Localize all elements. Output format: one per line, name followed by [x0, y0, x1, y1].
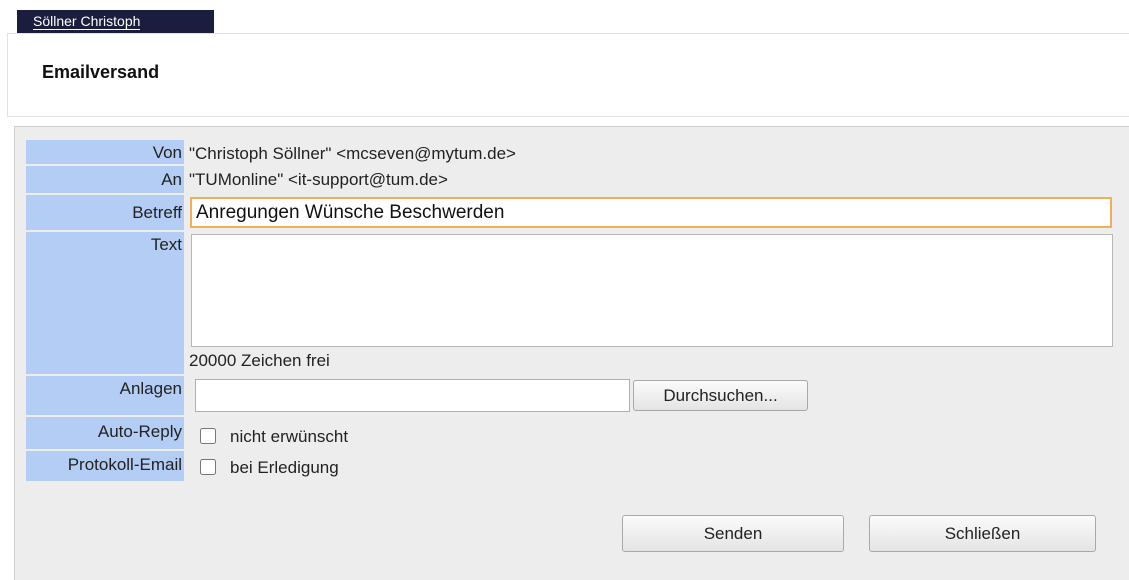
protocol-email-checkbox[interactable]	[200, 459, 216, 475]
close-button[interactable]: Schließen	[869, 515, 1096, 552]
send-button[interactable]: Senden	[622, 515, 844, 552]
text-label: Text	[26, 232, 184, 374]
message-textarea[interactable]	[191, 234, 1113, 347]
from-value: "Christoph Söllner" <mcseven@mytum.de>	[189, 144, 516, 163]
header-panel: Emailversand	[7, 33, 1129, 117]
to-value: "TUMonline" <it-support@tum.de>	[189, 170, 448, 189]
autoreply-option-label: nicht erwünscht	[230, 427, 349, 446]
autoreply-label: Auto-Reply	[26, 417, 184, 449]
subject-input[interactable]	[190, 197, 1112, 228]
subject-label: Betreff	[26, 195, 184, 230]
autoreply-checkbox[interactable]	[200, 428, 216, 444]
user-tab[interactable]: Söllner Christoph	[17, 10, 214, 33]
attachments-label: Anlagen	[26, 376, 184, 415]
protocol-email-label: Protokoll-Email	[26, 451, 184, 481]
attachment-path-input[interactable]	[195, 379, 630, 412]
browse-button[interactable]: Durchsuchen...	[633, 380, 808, 411]
user-name: Söllner Christoph	[33, 13, 141, 30]
protocol-email-option-label: bei Erledigung	[230, 458, 339, 477]
from-label: Von	[26, 140, 184, 164]
chars-remaining: 20000 Zeichen frei	[189, 351, 330, 370]
page-title: Emailversand	[42, 62, 160, 82]
to-label: An	[26, 166, 184, 193]
